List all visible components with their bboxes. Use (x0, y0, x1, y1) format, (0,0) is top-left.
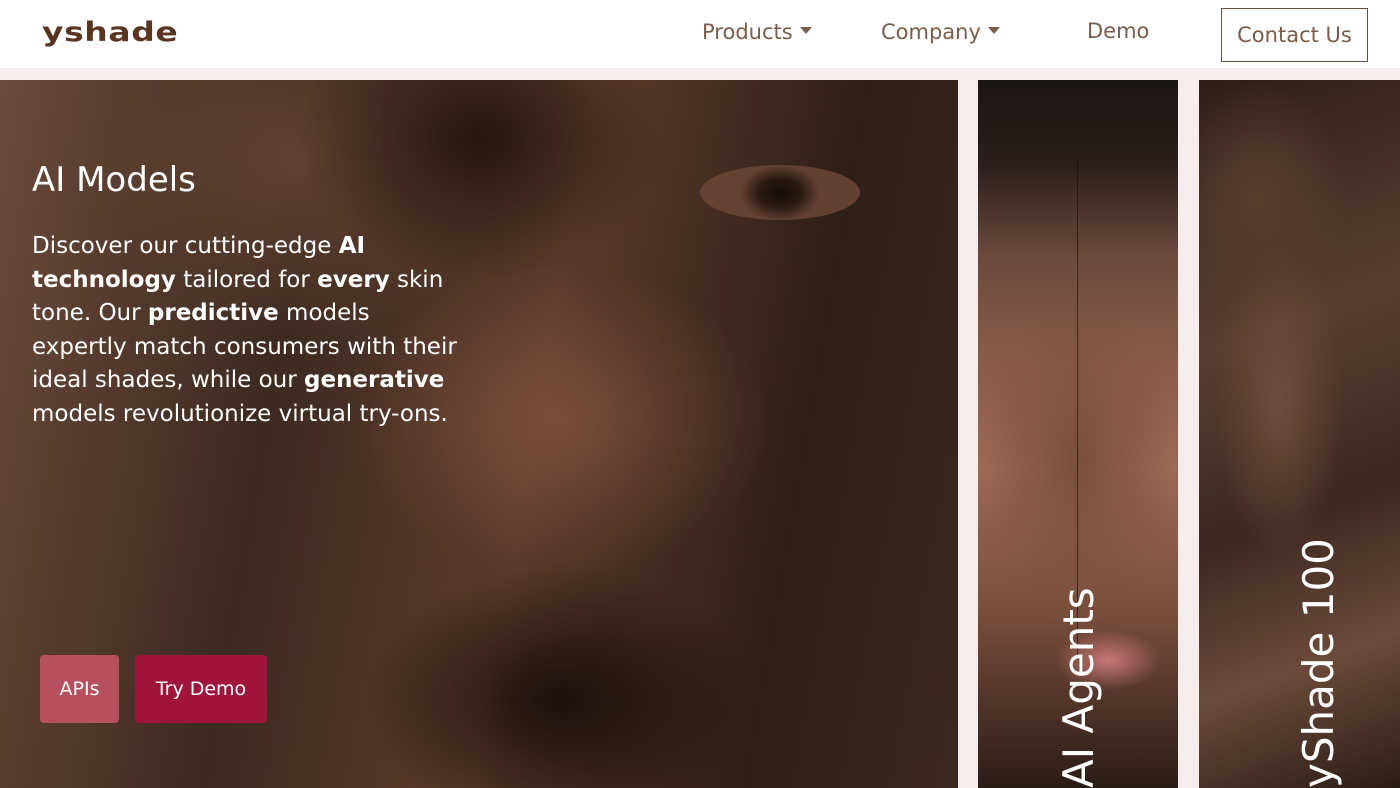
nav-products-dropdown[interactable]: Products (702, 20, 812, 44)
face-split-line (1077, 160, 1078, 660)
apis-button[interactable]: APIs (40, 655, 119, 723)
hero-description-text: models revolutionize virtual try-ons. (32, 400, 448, 427)
navbar: yshade Products Company Demo Contact Us (0, 0, 1400, 68)
hero-description-emphasis: generative (304, 367, 445, 393)
hero-image-eye (700, 165, 860, 220)
nav-company-dropdown[interactable]: Company (881, 20, 1000, 44)
contact-us-button[interactable]: Contact Us (1221, 8, 1368, 62)
caret-down-icon (799, 27, 812, 34)
nav-demo-link[interactable]: Demo (1087, 19, 1149, 43)
logo[interactable]: yshade (42, 17, 178, 48)
caret-down-icon (987, 27, 1000, 34)
nav-products-label: Products (702, 20, 793, 44)
panel-ai-agents[interactable]: AI Agents (978, 80, 1178, 788)
panel-ai-agents-label: AI Agents (1054, 587, 1103, 788)
nav-company-label: Company (881, 20, 981, 44)
hero-ai-models: AI Models Discover our cutting-edge AI t… (0, 80, 958, 788)
hero-description-emphasis: predictive (147, 300, 279, 326)
hero-title: AI Models (32, 160, 196, 200)
hero-description-text: tailored for (175, 266, 318, 293)
panel-yshade-100[interactable]: yShade 100 (1199, 80, 1400, 788)
try-demo-button[interactable]: Try Demo (135, 655, 267, 723)
panel-yshade-100-label: yShade 100 (1294, 538, 1343, 788)
hero-description: Discover our cutting-edge AI technology … (32, 230, 457, 431)
hero-description-text: Discover our cutting-edge (32, 233, 339, 259)
hero-description-emphasis: every (317, 266, 390, 293)
